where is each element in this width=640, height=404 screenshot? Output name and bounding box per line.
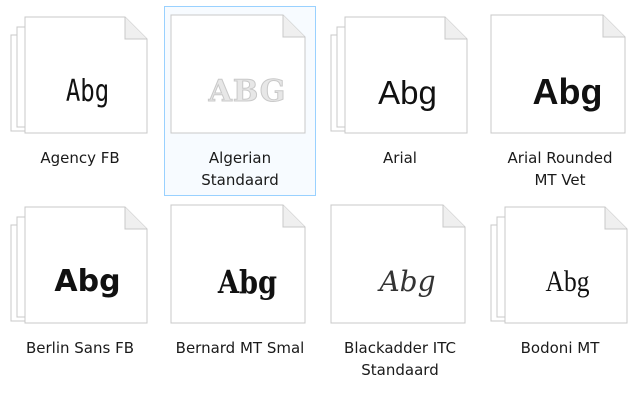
font-item-berlin-sans[interactable]: Abg Berlin Sans FB	[4, 196, 156, 386]
font-sample: Abg	[378, 73, 437, 111]
font-item-label: Bodoni MT	[520, 339, 600, 357]
font-item-label: Bernard MT Smal	[175, 339, 305, 357]
font-item-bernard-mt[interactable]: Abg Bernard MT Smal	[164, 196, 316, 386]
font-item-blackadder[interactable]: Abg Blackadder ITC Standaard	[324, 196, 476, 386]
font-sample: Abg	[65, 74, 110, 109]
font-sample: Abg	[54, 264, 121, 299]
font-sample: Abg	[532, 71, 603, 112]
font-item-label: Agency FB	[40, 149, 120, 167]
font-item-label: Blackadder ITC Standaard	[344, 339, 456, 379]
font-item-label: Arial	[383, 149, 417, 167]
font-item-bodoni-mt[interactable]: Abg Bodoni MT	[484, 196, 636, 386]
font-item-label: Berlin Sans FB	[25, 339, 135, 357]
font-sample: Abg	[379, 265, 436, 298]
font-item-label: Algerian Standaard	[201, 149, 279, 189]
font-folder-grid: Abg Agency FB ABG Algerian Standaard Abg …	[0, 0, 640, 404]
font-sample: Abg	[217, 263, 278, 301]
font-item-arial[interactable]: Abg Arial	[324, 6, 476, 196]
font-item-algerian[interactable]: ABG Algerian Standaard	[164, 6, 316, 196]
font-item-arial-rounded[interactable]: Abg Arial Rounded MT Vet	[484, 6, 636, 196]
font-item-agency-fb[interactable]: Abg Agency FB	[4, 6, 156, 196]
font-sample: Abg	[545, 265, 590, 298]
font-sample: ABG	[208, 74, 287, 109]
font-item-label: Arial Rounded MT Vet	[507, 149, 613, 189]
